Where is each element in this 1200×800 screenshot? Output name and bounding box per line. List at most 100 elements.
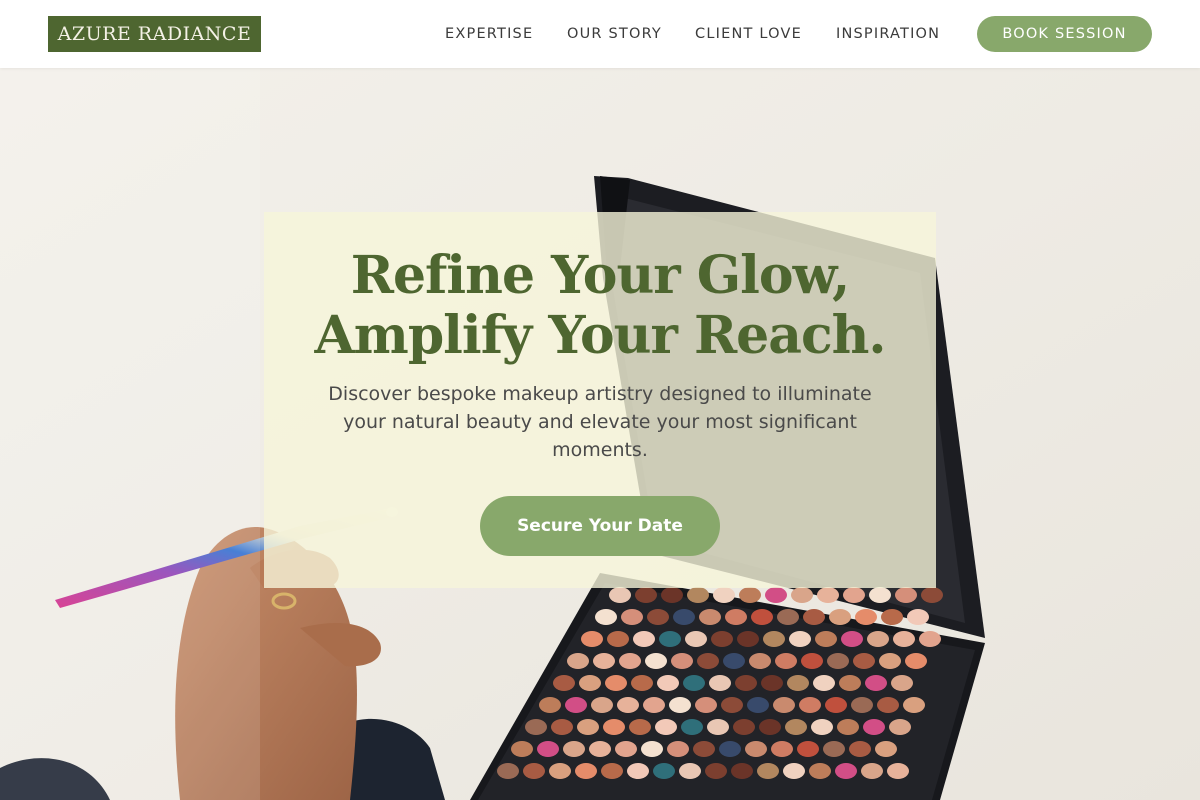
eyeshadow-pan	[563, 741, 585, 757]
eyeshadow-pan	[745, 741, 767, 757]
eyeshadow-pan	[725, 609, 747, 625]
eyeshadow-pan	[803, 609, 825, 625]
eyeshadow-pan	[679, 763, 701, 779]
eyeshadow-pan	[647, 609, 669, 625]
eyeshadow-pan	[667, 741, 689, 757]
eyeshadow-pan	[893, 631, 915, 647]
eyeshadow-pan	[565, 697, 587, 713]
eyeshadow-pan	[537, 741, 559, 757]
eyeshadow-pan	[839, 675, 861, 691]
eyeshadow-pan	[765, 587, 787, 603]
nav-link-client-love[interactable]: CLIENT LOVE	[695, 24, 802, 44]
eyeshadow-pan	[797, 741, 819, 757]
book-session-button[interactable]: BOOK SESSION	[977, 16, 1152, 52]
eyeshadow-pan	[593, 653, 615, 669]
eyeshadow-pan	[693, 741, 715, 757]
eyeshadow-pan	[695, 697, 717, 713]
eyeshadow-pan	[601, 763, 623, 779]
eyeshadow-pan	[735, 675, 757, 691]
eyeshadow-pan	[705, 763, 727, 779]
eyeshadow-pan	[777, 609, 799, 625]
hero-card: Refine Your Glow, Amplify Your Reach. Di…	[264, 212, 936, 588]
eyeshadow-pan	[595, 609, 617, 625]
eyeshadow-pan	[591, 697, 613, 713]
eyeshadow-pan	[849, 741, 871, 757]
eyeshadow-pan	[867, 631, 889, 647]
eyeshadow-pan	[881, 609, 903, 625]
eyeshadow-pan	[645, 653, 667, 669]
eyeshadow-pan	[721, 697, 743, 713]
eyeshadow-pan	[709, 675, 731, 691]
eyeshadow-pan	[719, 741, 741, 757]
eyeshadow-pan	[731, 763, 753, 779]
eyeshadow-pan	[869, 587, 891, 603]
eyeshadow-pan	[879, 653, 901, 669]
eyeshadow-pan	[673, 609, 695, 625]
eyeshadow-pan	[643, 697, 665, 713]
eyeshadow-pan	[685, 631, 707, 647]
eyeshadow-pan	[891, 675, 913, 691]
eyeshadow-pan	[905, 653, 927, 669]
nav-link-our-story[interactable]: OUR STORY	[567, 24, 662, 44]
eyeshadow-pan	[631, 675, 653, 691]
eyeshadow-pan	[921, 587, 943, 603]
eyeshadow-pan	[889, 719, 911, 735]
site-header: AZURE RADIANCE EXPERTISE OUR STORY CLIEN…	[0, 0, 1200, 68]
eyeshadow-pan	[733, 719, 755, 735]
eyeshadow-pan	[843, 587, 865, 603]
eyeshadow-pan	[773, 697, 795, 713]
eyeshadow-pan	[837, 719, 859, 735]
eyeshadow-pan	[549, 763, 571, 779]
eyeshadow-pan	[579, 675, 601, 691]
eyeshadow-pan	[853, 653, 875, 669]
eyeshadow-pan	[723, 653, 745, 669]
eyeshadow-pan	[919, 631, 941, 647]
eyeshadow-pan	[553, 675, 575, 691]
nav-link-inspiration[interactable]: INSPIRATION	[836, 24, 940, 44]
eyeshadow-pan	[851, 697, 873, 713]
eyeshadow-pan	[823, 741, 845, 757]
eyeshadow-pan	[603, 719, 625, 735]
eyeshadow-pan	[799, 697, 821, 713]
eyeshadow-pan	[789, 631, 811, 647]
eyeshadow-pan	[607, 631, 629, 647]
eyeshadow-pan	[575, 763, 597, 779]
eyeshadow-pan	[523, 763, 545, 779]
hero-title-line-2: Amplify Your Reach.	[314, 305, 886, 366]
eyeshadow-pan	[581, 631, 603, 647]
eyeshadow-pan	[659, 631, 681, 647]
eyeshadow-pan	[811, 719, 833, 735]
eyeshadow-pan	[783, 763, 805, 779]
eyeshadow-pan	[683, 675, 705, 691]
eyeshadow-pan	[567, 653, 589, 669]
eyeshadow-pan	[671, 653, 693, 669]
eyeshadow-pan	[641, 741, 663, 757]
eyeshadow-pan	[713, 587, 735, 603]
eyeshadow-pan	[759, 719, 781, 735]
eyeshadow-pan	[635, 587, 657, 603]
secure-date-button[interactable]: Secure Your Date	[480, 496, 720, 556]
eyeshadow-pan	[511, 741, 533, 757]
eyeshadow-pan	[861, 763, 883, 779]
eyeshadow-pan	[655, 719, 677, 735]
eyeshadow-pan	[749, 653, 771, 669]
eyeshadow-pan	[619, 653, 641, 669]
eyeshadow-pan	[775, 653, 797, 669]
eyeshadow-pan	[791, 587, 813, 603]
eyeshadow-pan	[699, 609, 721, 625]
eyeshadow-pan	[829, 609, 851, 625]
logo[interactable]: AZURE RADIANCE	[48, 16, 261, 52]
eyeshadow-pan	[771, 741, 793, 757]
eyeshadow-pan	[633, 631, 655, 647]
hero-title: Refine Your Glow, Amplify Your Reach.	[264, 246, 936, 366]
eyeshadow-pan	[785, 719, 807, 735]
eyeshadow-pan	[757, 763, 779, 779]
nav-link-expertise[interactable]: EXPERTISE	[445, 24, 533, 44]
eyeshadow-pan	[809, 763, 831, 779]
eyeshadow-pan	[817, 587, 839, 603]
eyeshadow-pan	[877, 697, 899, 713]
eyeshadow-pan	[865, 675, 887, 691]
eyeshadow-pan	[629, 719, 651, 735]
eyeshadow-pan	[707, 719, 729, 735]
eyeshadow-pan	[747, 697, 769, 713]
